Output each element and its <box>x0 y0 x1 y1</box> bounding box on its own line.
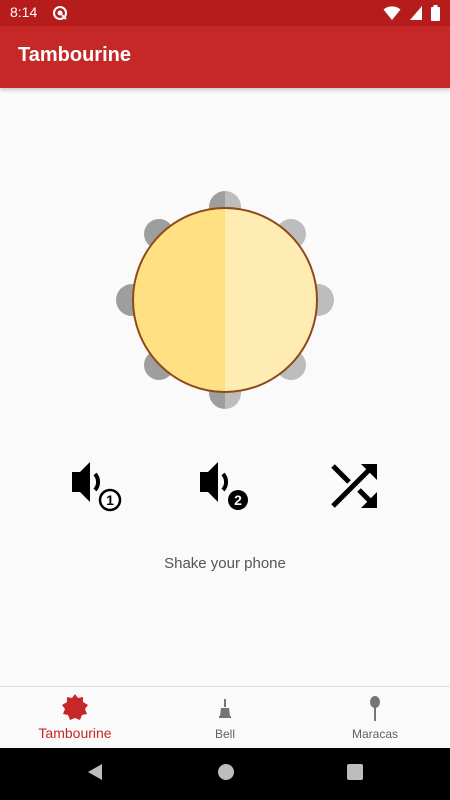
bottom-navigation: Tambourine Bell Maracas <box>0 686 450 748</box>
app-title: Tambourine <box>18 44 131 66</box>
volume-icon <box>72 462 100 502</box>
tambourine-drum[interactable] <box>112 185 338 415</box>
volume-icon <box>200 462 228 502</box>
recents-icon[interactable] <box>346 762 364 786</box>
sound-1-button[interactable]: 1 <box>68 458 124 514</box>
home-icon[interactable] <box>216 762 236 786</box>
nav-item-maracas[interactable]: Maracas <box>300 687 450 749</box>
sound-1-badge: 1 <box>106 492 114 508</box>
status-bar: 8:14 <box>0 0 450 26</box>
nav-item-bell[interactable]: Bell <box>150 687 300 749</box>
shake-hint: Shake your phone <box>164 555 286 572</box>
controls-row: 1 2 <box>0 458 450 518</box>
app-bar: Tambourine <box>0 26 450 88</box>
sound-2-badge: 2 <box>234 492 242 508</box>
nav-label-bell: Bell <box>214 727 235 741</box>
nav-label-maracas: Maracas <box>351 727 398 741</box>
system-navigation-bar <box>0 748 450 800</box>
back-icon[interactable] <box>86 762 104 786</box>
status-time: 8:14 <box>10 4 38 20</box>
maracas-icon <box>368 695 382 727</box>
shuffle-button[interactable] <box>327 458 383 514</box>
sound-2-button[interactable]: 2 <box>196 458 252 514</box>
shuffle-icon <box>331 464 377 508</box>
notification-app-icon <box>52 5 68 25</box>
wifi-icon <box>383 5 401 25</box>
signal-icon <box>409 5 423 25</box>
battery-icon <box>431 5 440 25</box>
nav-label-tambourine: Tambourine <box>38 725 112 741</box>
bell-icon <box>218 697 232 725</box>
tambourine-icon <box>61 693 89 725</box>
nav-item-tambourine[interactable]: Tambourine <box>0 687 150 749</box>
